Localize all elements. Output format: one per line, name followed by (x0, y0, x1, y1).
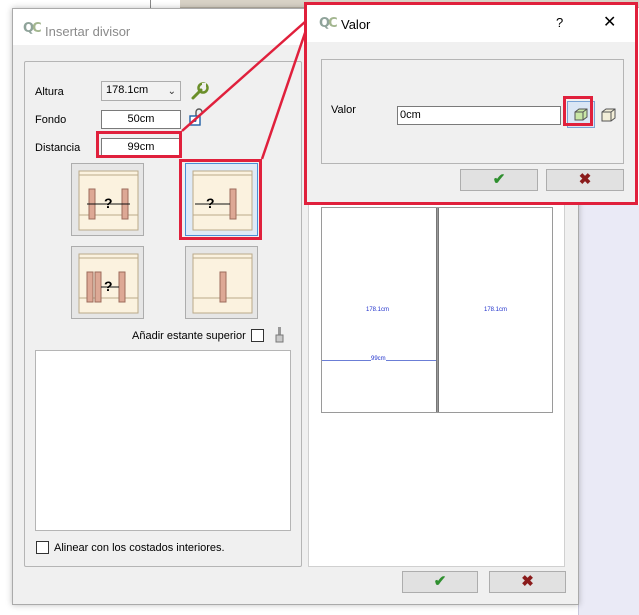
cube-button-highlight (563, 96, 593, 126)
